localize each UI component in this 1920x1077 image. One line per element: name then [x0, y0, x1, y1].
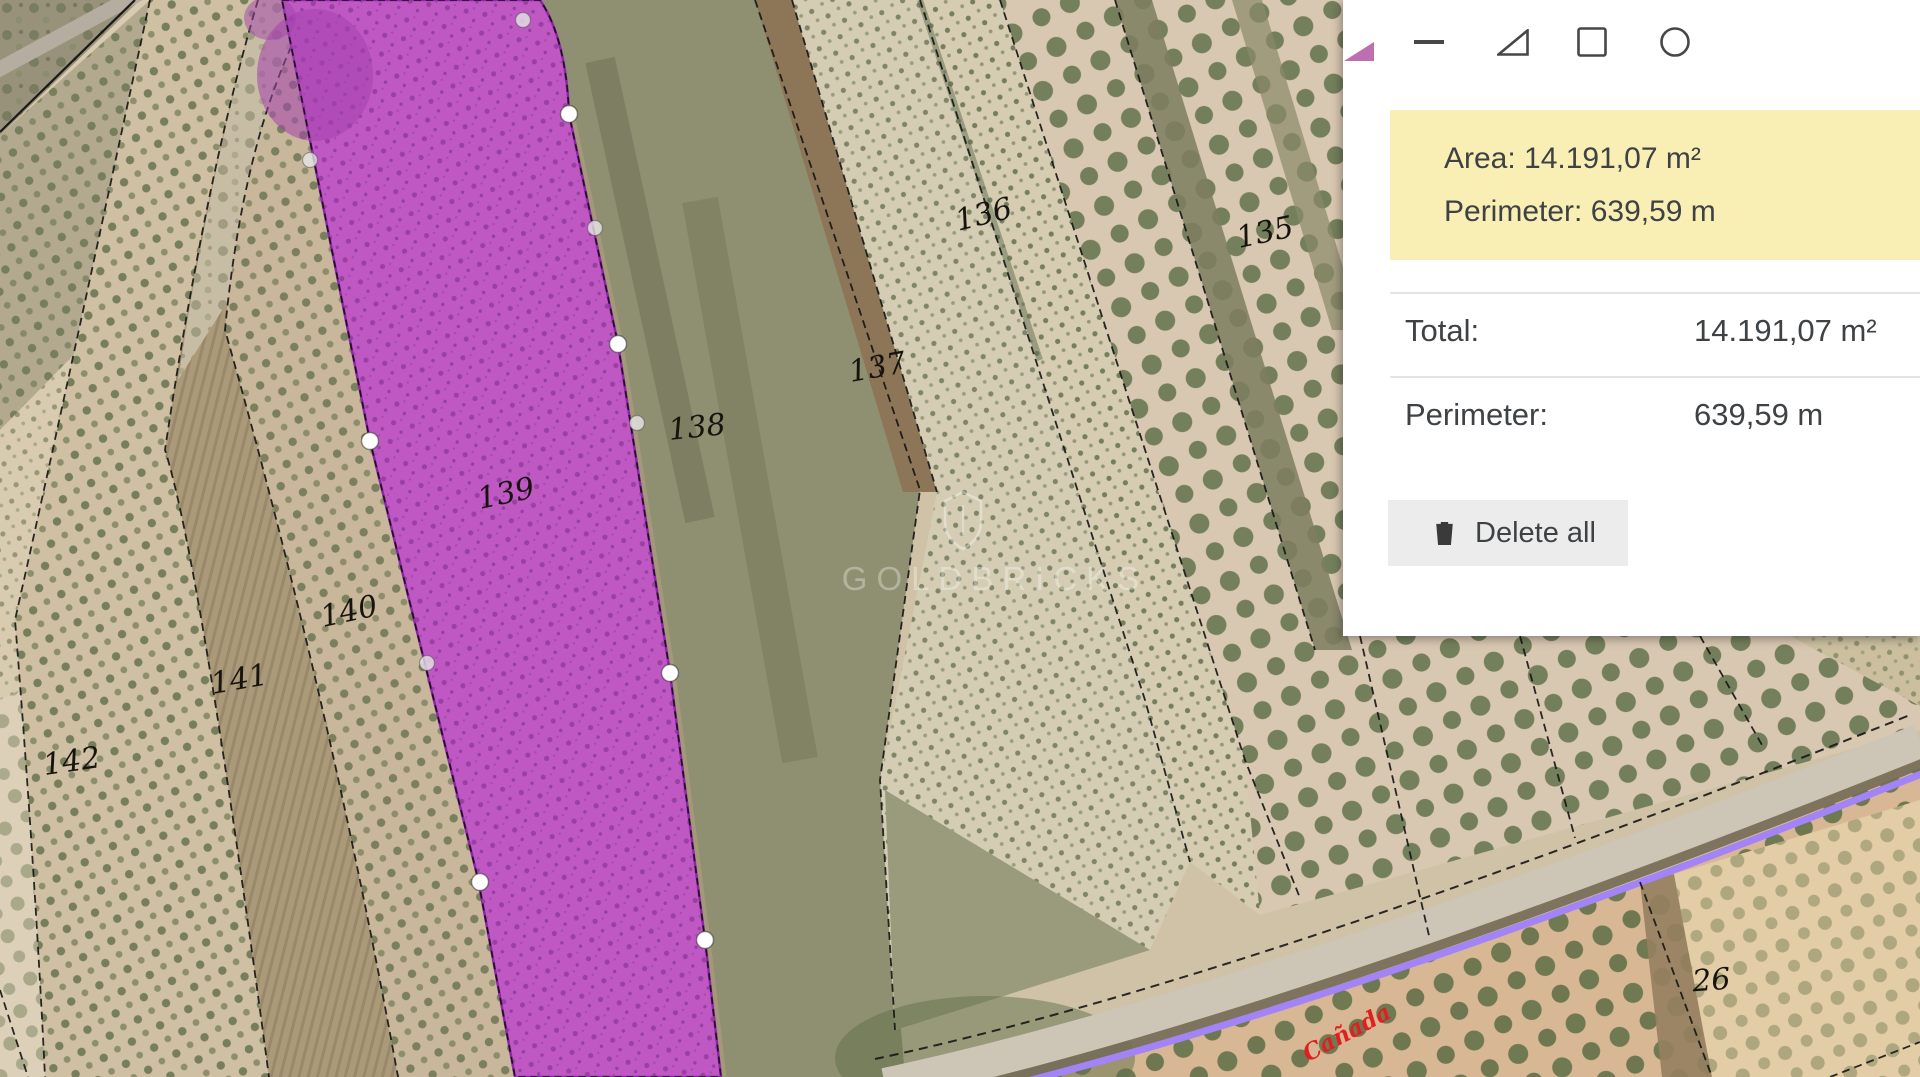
total-label: Total:	[1405, 313, 1479, 349]
selection-perimeter-text: Perimeter: 639,59 m	[1444, 185, 1920, 238]
perimeter-label: Perimeter:	[1405, 397, 1548, 433]
polygon-midpoint-handle[interactable]	[588, 221, 603, 236]
polygon-vertex-handle[interactable]	[610, 336, 627, 353]
polygon-vertex-handle[interactable]	[362, 433, 379, 450]
delete-all-label: Delete all	[1475, 517, 1596, 550]
watermark-text: GOLDBRICKS	[842, 560, 1148, 597]
perimeter-row: Perimeter: 639,59 m	[1343, 397, 1920, 439]
selection-area-text: Area: 14.191,07 m²	[1444, 132, 1920, 185]
parcel-number-label: 138	[667, 407, 728, 448]
total-value: 14.191,07 m²	[1694, 313, 1877, 349]
area-marker-icon	[1344, 42, 1374, 61]
polygon-midpoint-handle[interactable]	[630, 416, 645, 431]
rectangle-tool-button[interactable]	[1575, 25, 1609, 59]
polygon-vertex-handle[interactable]	[472, 874, 489, 891]
polygon-midpoint-handle[interactable]	[420, 656, 435, 671]
circle-tool-button[interactable]	[1657, 25, 1693, 59]
minus-icon	[1414, 40, 1444, 44]
triangle-icon	[1497, 29, 1529, 56]
trash-icon	[1436, 522, 1453, 545]
area-tool-button[interactable]	[1495, 25, 1531, 59]
polygon-midpoint-handle[interactable]	[303, 153, 318, 168]
selection-info-box[interactable]: Area: 14.191,07 m² Perimeter: 639,59 m	[1390, 110, 1920, 260]
square-icon	[1577, 27, 1607, 57]
line-tool-button[interactable]	[1411, 26, 1447, 58]
polygon-midpoint-handle[interactable]	[516, 13, 531, 28]
perimeter-value: 639,59 m	[1694, 397, 1823, 433]
measurement-panel: Area: 14.191,07 m² Perimeter: 639,59 m T…	[1343, 0, 1920, 636]
panel-divider	[1390, 376, 1920, 378]
polygon-vertex-handle[interactable]	[561, 106, 578, 123]
total-row: Total: 14.191,07 m²	[1343, 313, 1920, 355]
polygon-vertex-handle[interactable]	[662, 665, 679, 682]
circle-icon	[1659, 26, 1691, 58]
polygon-vertex-handle[interactable]	[697, 932, 714, 949]
panel-divider	[1390, 292, 1920, 294]
delete-all-button[interactable]: Delete all	[1388, 500, 1628, 566]
parcel-number-label: 26	[1690, 962, 1732, 1000]
